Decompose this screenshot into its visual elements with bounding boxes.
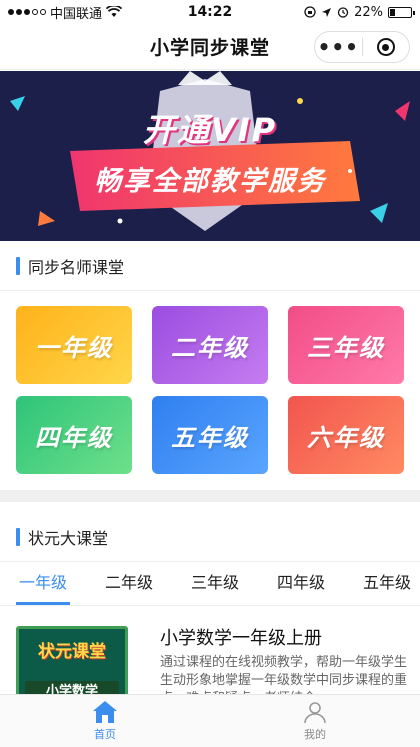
section-divider — [0, 490, 420, 502]
status-left: 中国联通 — [8, 3, 158, 22]
tab-grade-4[interactable]: 四年级 — [258, 562, 344, 605]
bottom-tab-bar: 首页 我的 — [0, 694, 420, 747]
grade-card-6[interactable]: 六年级 — [288, 396, 404, 474]
carrier-label: 中国联通 — [50, 6, 103, 22]
section-accent-bar — [16, 527, 20, 546]
tabbar-mine-label: 我的 — [304, 728, 326, 741]
course-thumbnail: 状元课堂 小学数学 — [16, 626, 128, 694]
banner-decoration — [10, 71, 410, 231]
grade-card-1[interactable]: 一年级 — [16, 306, 132, 384]
banner-subheadline: 畅享全部教学服务 — [94, 166, 326, 197]
thumbnail-subtitle: 小学数学 — [25, 681, 119, 694]
alarm-icon — [337, 7, 349, 18]
course-description: 通过课程的在线视频教学，帮助一年级学生生动形象地掌握一年级数学中同步课程的重点、… — [160, 655, 408, 694]
banner-headline: 开通VIP — [142, 111, 278, 149]
signal-icon — [8, 9, 46, 15]
nav-bar: 小学同步课堂 ••• — [0, 24, 420, 70]
menu-capsule: ••• — [314, 31, 410, 63]
grade-grid: 一年级 二年级 三年级 四年级 五年级 六年级 — [0, 292, 420, 488]
tab-grade-3[interactable]: 三年级 — [172, 562, 258, 605]
section-title: 状元大课堂 — [28, 528, 109, 548]
status-time: 14:22 — [187, 4, 233, 20]
rotation-lock-icon — [304, 6, 316, 18]
section-title: 同步名师课堂 — [28, 257, 125, 277]
grade-card-4[interactable]: 四年级 — [16, 396, 132, 474]
grade-card-5[interactable]: 五年级 — [152, 396, 268, 474]
battery-icon — [388, 6, 415, 18]
section-header-champion: 状元大课堂 — [0, 512, 420, 562]
user-icon — [304, 702, 326, 724]
tab-grade-2[interactable]: 二年级 — [86, 562, 172, 605]
tabbar-home[interactable]: 首页 — [0, 695, 210, 747]
section-accent-bar — [16, 256, 20, 275]
location-icon — [322, 7, 332, 17]
section-header-teachers: 同步名师课堂 — [0, 241, 420, 291]
page-title: 小学同步课堂 — [149, 37, 270, 59]
tabbar-mine[interactable]: 我的 — [210, 695, 420, 747]
grade-tabs: 一年级 二年级 三年级 四年级 五年级 — [0, 562, 420, 606]
course-title: 小学数学一年级上册 — [160, 628, 322, 649]
tab-grade-1[interactable]: 一年级 — [0, 562, 86, 605]
target-icon — [376, 38, 395, 56]
grade-card-2[interactable]: 二年级 — [152, 306, 268, 384]
battery-percent: 22% — [354, 4, 383, 20]
wifi-icon — [106, 6, 123, 17]
vip-banner[interactable]: 开通VIP 畅享全部教学服务 — [0, 71, 420, 241]
course-item[interactable]: 状元课堂 小学数学 小学数学一年级上册 通过课程的在线视频教学，帮助一年级学生生… — [0, 614, 420, 694]
close-button[interactable] — [363, 38, 410, 56]
tab-grade-5[interactable]: 五年级 — [344, 562, 420, 605]
grade-card-3[interactable]: 三年级 — [288, 306, 404, 384]
more-button[interactable]: ••• — [315, 32, 362, 62]
tabbar-home-label: 首页 — [94, 728, 116, 741]
status-bar: 中国联通 14:22 22% — [0, 0, 420, 24]
status-right: 22% — [262, 4, 415, 20]
home-icon — [93, 701, 117, 723]
thumbnail-title: 状元课堂 — [38, 642, 106, 662]
